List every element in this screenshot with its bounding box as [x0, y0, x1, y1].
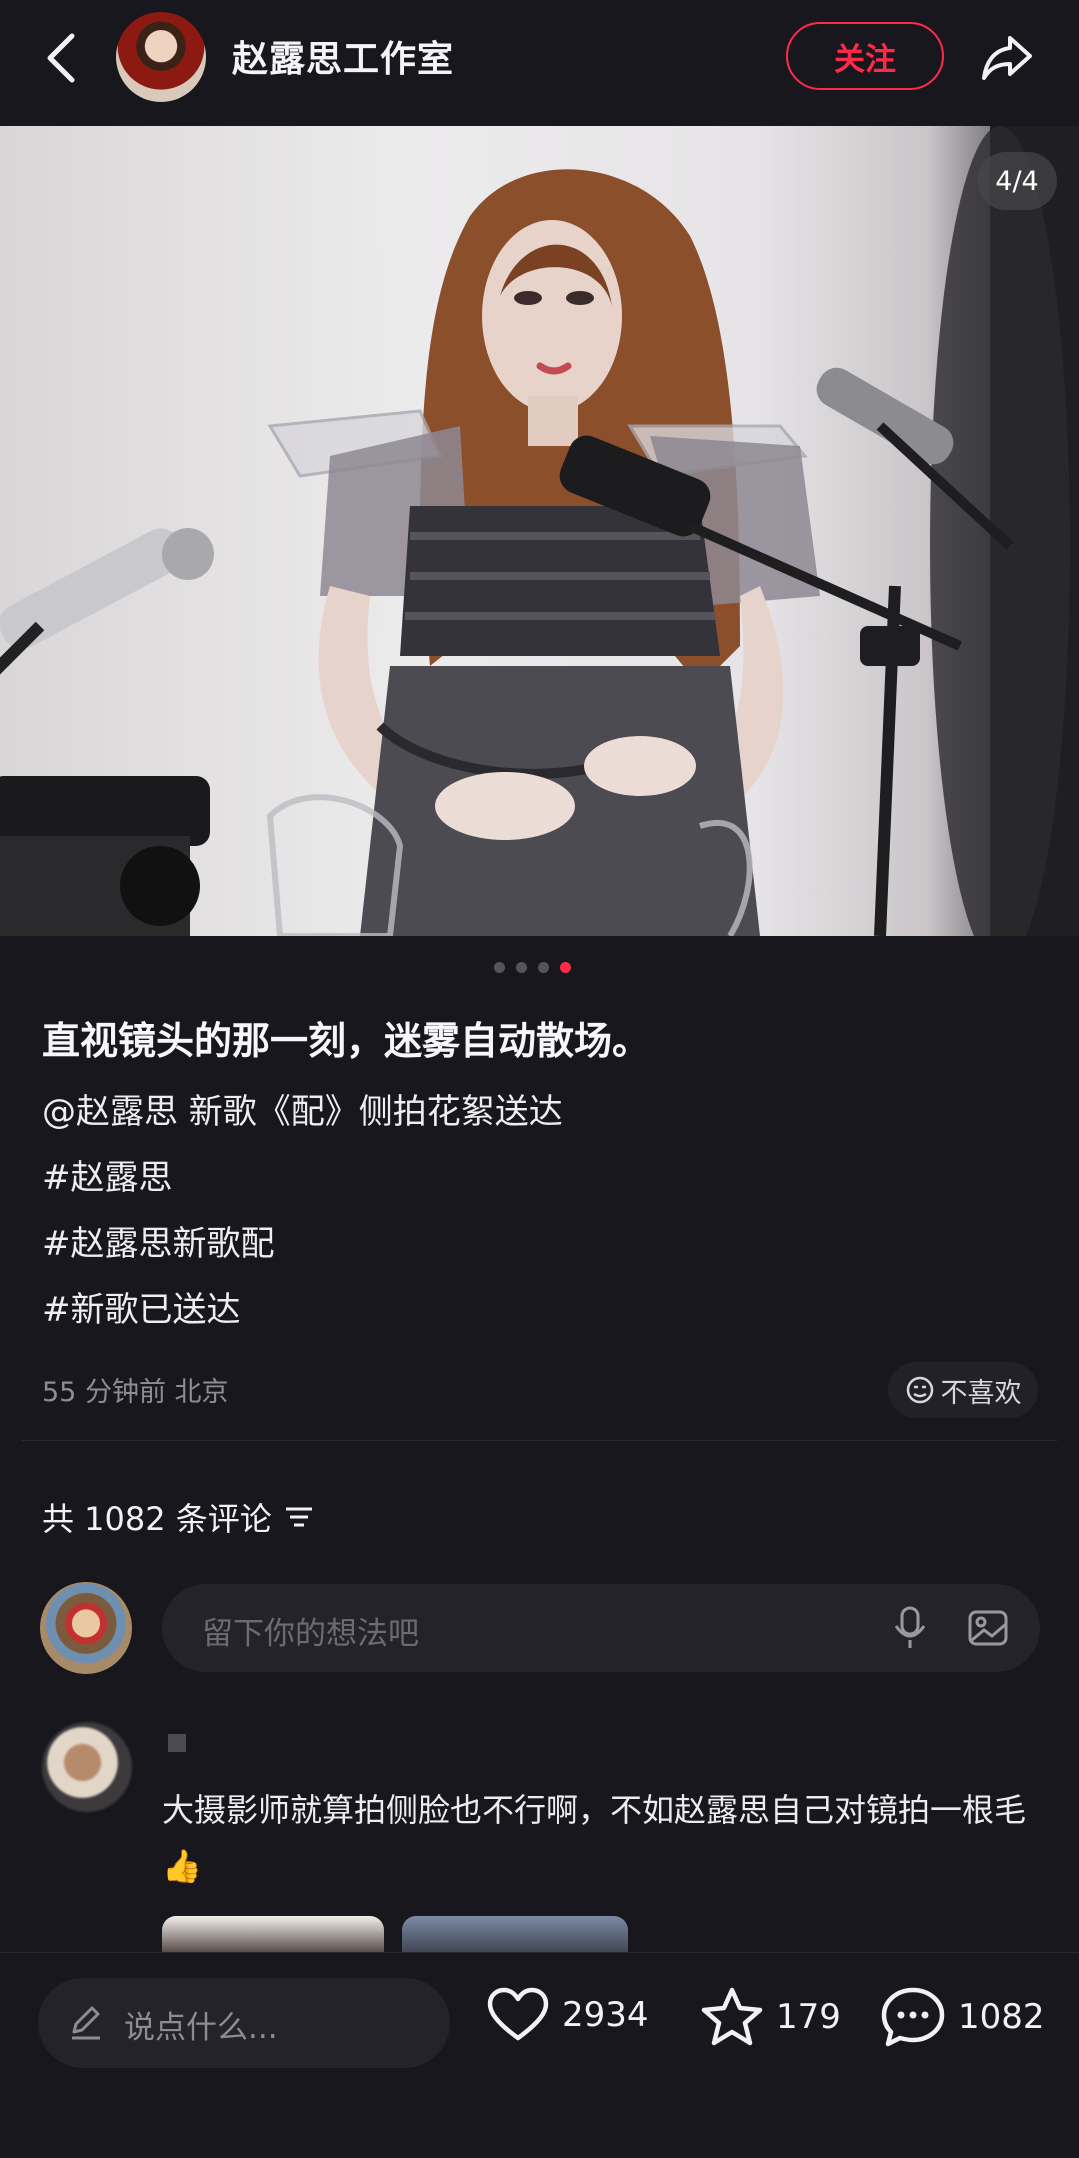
- comment-input[interactable]: 留下你的想法吧: [162, 1584, 1040, 1672]
- comment-image[interactable]: [402, 1916, 628, 1956]
- carousel-dot[interactable]: [516, 962, 527, 973]
- dislike-button[interactable]: 不喜欢: [888, 1362, 1038, 1418]
- carousel-dot[interactable]: [494, 962, 505, 973]
- post-title: 直视镜头的那一刻，迷雾自动散场。: [42, 1019, 651, 1063]
- favorite-button[interactable]: 179: [700, 1986, 841, 2048]
- heart-icon: [487, 1987, 549, 2041]
- say-something-placeholder: 说点什么...: [124, 2010, 278, 2046]
- hashtag[interactable]: #新歌已送达: [42, 1282, 241, 1331]
- carousel-dot[interactable]: [538, 962, 549, 973]
- pencil-icon: [72, 2006, 100, 2040]
- comment-count-label: 共 1082 条评论: [42, 1500, 272, 1538]
- my-avatar: [40, 1582, 132, 1674]
- comment-input-placeholder: 留下你的想法吧: [202, 1616, 419, 1652]
- comment-total: 1082: [958, 1997, 1045, 2037]
- mic-icon[interactable]: [888, 1604, 932, 1652]
- favorite-count: 179: [776, 1997, 841, 2037]
- image-icon[interactable]: [966, 1606, 1010, 1650]
- carousel-dot-active[interactable]: [560, 962, 571, 973]
- hashtag[interactable]: #赵露思新歌配: [42, 1216, 275, 1265]
- comment-image[interactable]: [162, 1916, 384, 1956]
- page-counter: 4/4: [977, 152, 1057, 210]
- share-icon[interactable]: [978, 28, 1036, 86]
- like-count: 2934: [562, 1995, 649, 2035]
- star-icon: [701, 1987, 763, 2046]
- say-something-input[interactable]: 说点什么...: [38, 1978, 450, 2068]
- photo-illustration: [0, 126, 1079, 936]
- back-icon[interactable]: [38, 30, 84, 86]
- follow-button[interactable]: 关注: [786, 22, 944, 90]
- comment-text: 大摄影师就算拍侧脸也不行啊，不如赵露思自己对镜拍一根毛👍: [162, 1791, 1027, 1885]
- post-meta: 55 分钟前 北京: [42, 1377, 229, 1408]
- author-name[interactable]: 赵露思工作室: [232, 30, 454, 82]
- chat-icon: [881, 1987, 945, 2047]
- commenter-avatar[interactable]: [42, 1722, 132, 1812]
- author-avatar[interactable]: [116, 12, 206, 102]
- commenter-name-redacted[interactable]: [168, 1734, 238, 1756]
- comment-count[interactable]: 共 1082 条评论: [42, 1494, 314, 1540]
- post-photo[interactable]: 4/4: [0, 126, 1079, 936]
- carousel-indicator: [494, 962, 571, 973]
- like-button[interactable]: 2934: [486, 1986, 649, 2044]
- top-bar: 赵露思工作室 关注: [0, 0, 1079, 126]
- post-text-line[interactable]: @赵露思 新歌《配》侧拍花絮送达: [42, 1084, 563, 1133]
- divider: [22, 1440, 1057, 1441]
- comment-button[interactable]: 1082: [880, 1986, 1045, 2048]
- dislike-label: 不喜欢: [940, 1377, 1022, 1409]
- smile-icon: [906, 1376, 933, 1404]
- sort-icon[interactable]: [284, 1504, 314, 1530]
- hashtag[interactable]: #赵露思: [42, 1150, 173, 1199]
